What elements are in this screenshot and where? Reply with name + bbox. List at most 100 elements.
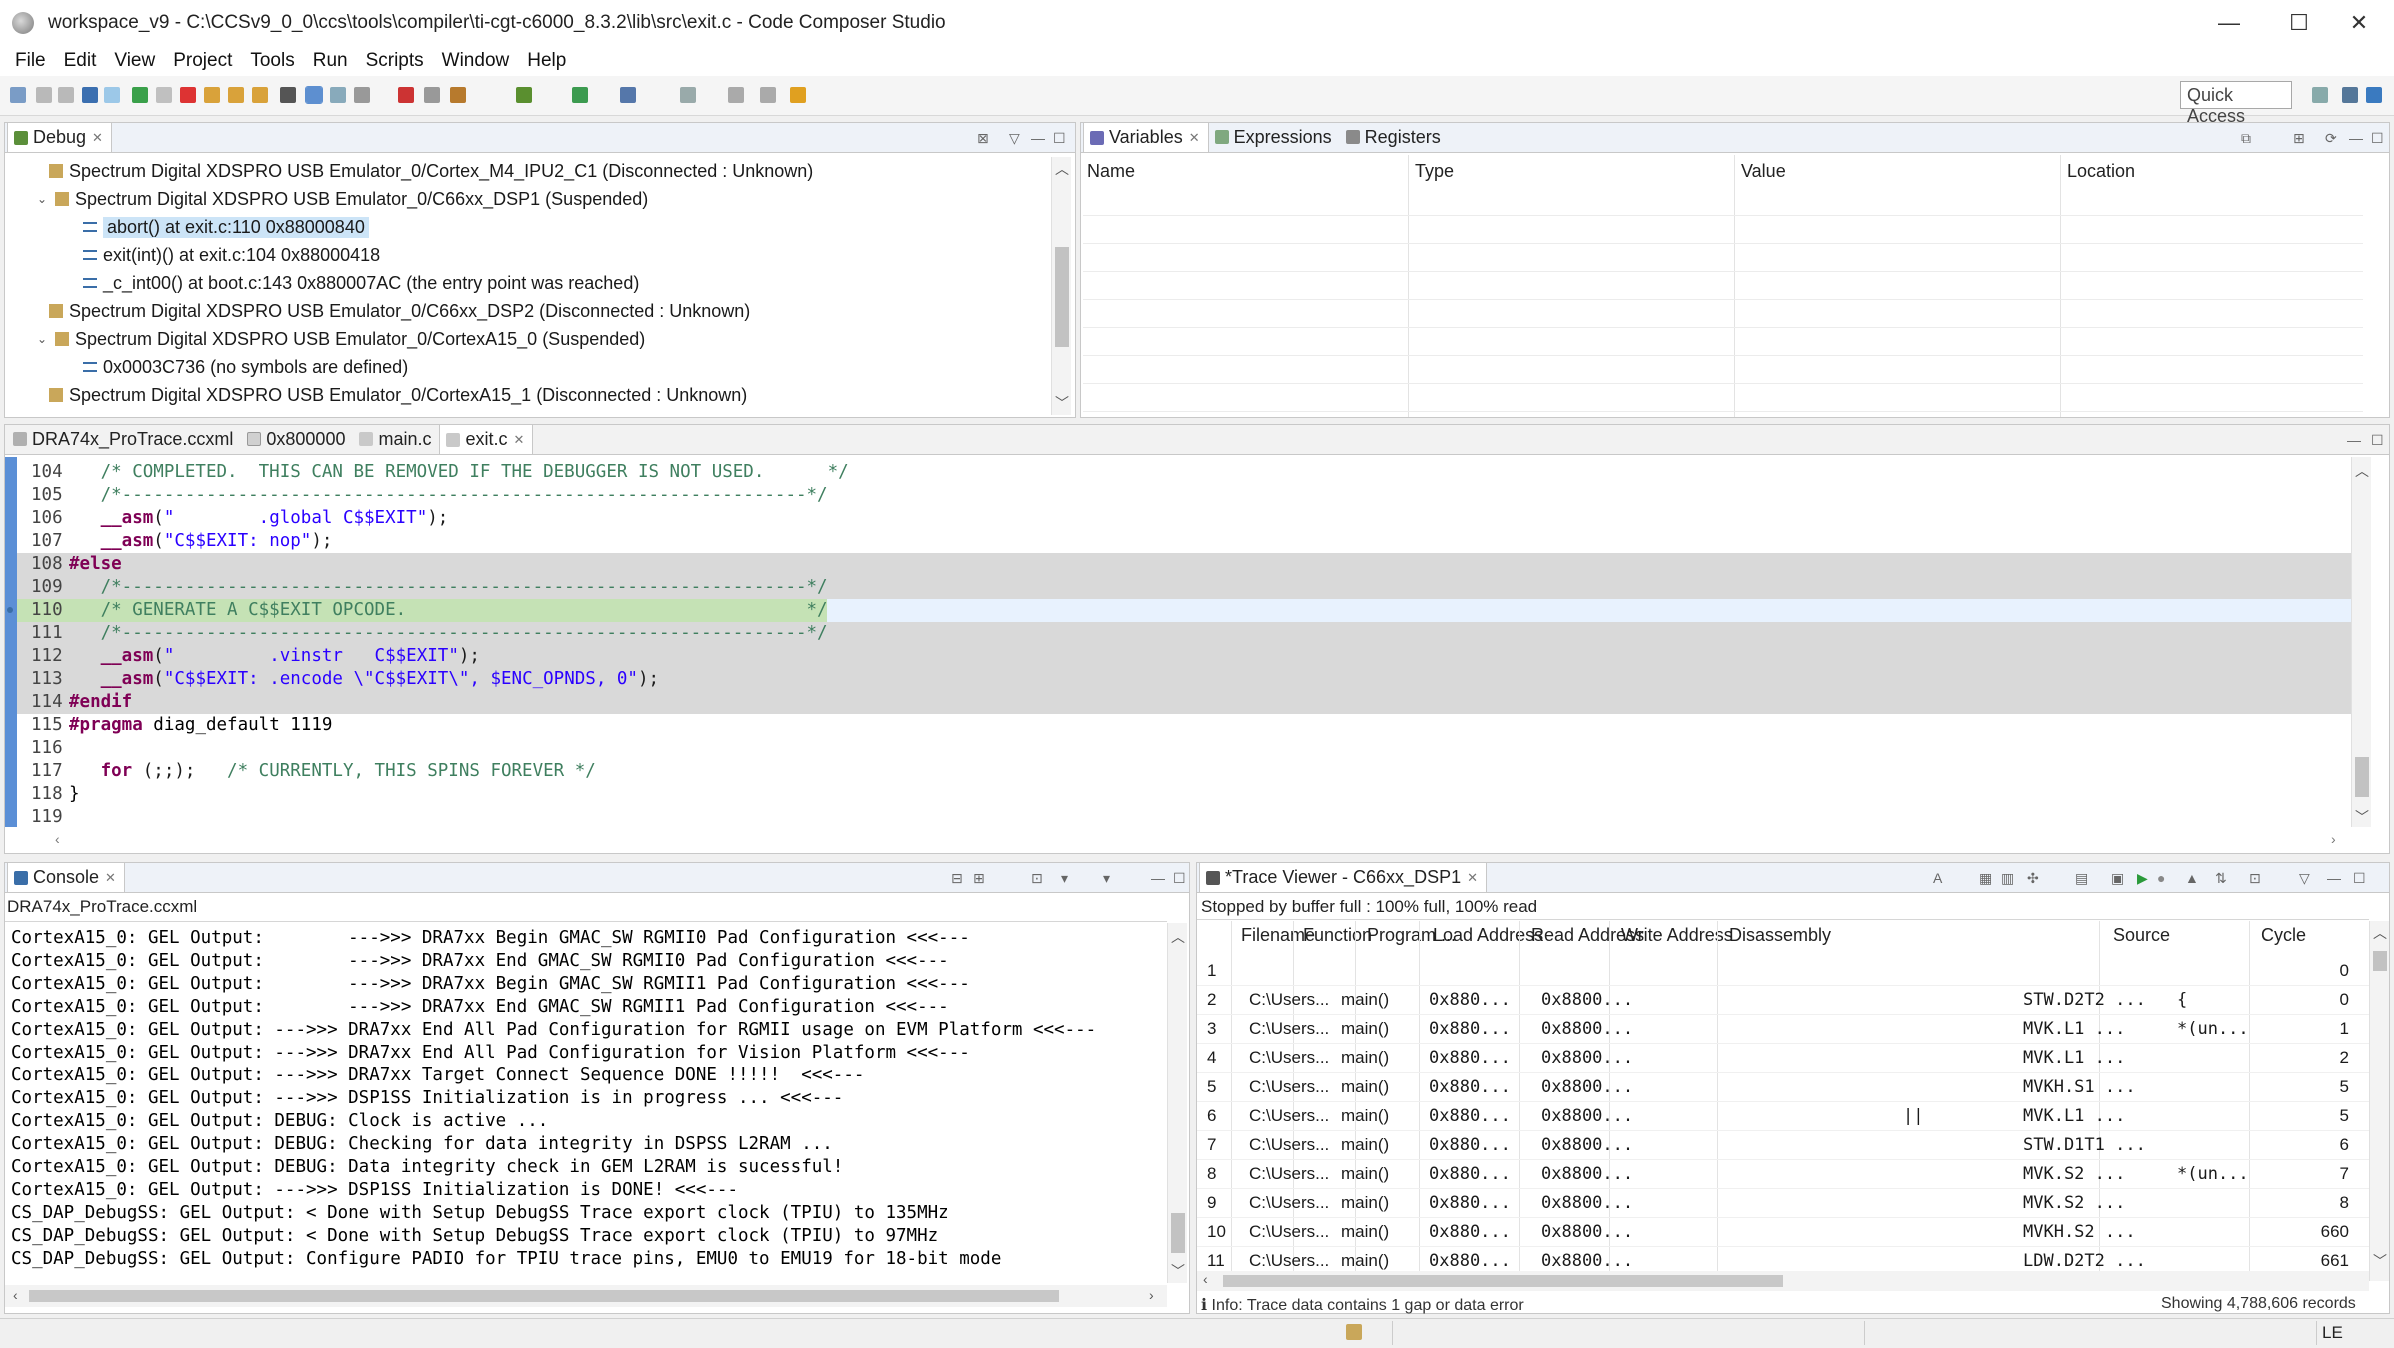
- maximize-view-icon[interactable]: ☐: [1173, 870, 1186, 887]
- code-line[interactable]: 110 /* GENERATE A C$$EXIT OPCODE. */: [17, 599, 2351, 622]
- debug-tree-item[interactable]: abort() at exit.c:110 0x88000840: [83, 213, 369, 241]
- trace-export-icon[interactable]: ⊡: [2249, 870, 2261, 887]
- suspend-icon[interactable]: [156, 87, 172, 103]
- terminate-icon[interactable]: [180, 87, 196, 103]
- column-value[interactable]: Value: [1741, 161, 1786, 182]
- trace-hscroll[interactable]: ‹: [1197, 1271, 2369, 1291]
- open-console-icon[interactable]: ▾: [1103, 870, 1110, 887]
- tab-expressions[interactable]: Expressions: [1209, 122, 1340, 152]
- close-tab-icon[interactable]: ✕: [105, 870, 116, 886]
- close-tab-icon[interactable]: ✕: [514, 432, 525, 448]
- refresh-icon[interactable]: ⟳: [2325, 130, 2337, 147]
- code-line[interactable]: 113 __asm("C$$EXIT: .encode \"C$$EXIT\",…: [17, 668, 2351, 691]
- save-trace-icon[interactable]: ▣: [2111, 870, 2124, 887]
- minimize-view-icon[interactable]: —: [2349, 130, 2363, 146]
- trace-row[interactable]: 9 C:\Users... main() 0x880... 0x8800... MVK.S…: [1197, 1189, 2369, 1218]
- debug-tree-item[interactable]: _c_int00() at boot.c:143 0x880007AC (the…: [83, 269, 639, 297]
- debug-tree-item[interactable]: Spectrum Digital XDSPRO USB Emulator_0/C…: [49, 297, 750, 325]
- code-line[interactable]: 109 /*----------------------------------…: [17, 576, 2351, 599]
- code-line[interactable]: 108 #else: [17, 553, 2351, 576]
- console-hscroll[interactable]: ‹ ›: [5, 1285, 1167, 1307]
- menu-edit[interactable]: Edit: [55, 50, 106, 72]
- minimize-view-icon[interactable]: —: [2327, 870, 2341, 886]
- nav-forward-icon[interactable]: [760, 87, 776, 103]
- trace-lock-icon[interactable]: ▲: [2185, 870, 2199, 886]
- scroll-thumb[interactable]: [1223, 1275, 1783, 1287]
- code-line[interactable]: 115 #pragma diag_default 1119: [17, 714, 2351, 737]
- code-line[interactable]: 111 /*----------------------------------…: [17, 622, 2351, 645]
- menu-help[interactable]: Help: [518, 50, 575, 72]
- column-type[interactable]: Type: [1415, 161, 1454, 182]
- debug-tree-item[interactable]: 0x0003C736 (no symbols are defined): [83, 353, 408, 381]
- minimize-view-icon[interactable]: —: [1151, 870, 1165, 886]
- expand-toggle-icon[interactable]: ⌄: [35, 332, 49, 346]
- code-line[interactable]: 118}: [17, 783, 2351, 806]
- quick-access-field[interactable]: Quick Access: [2180, 81, 2292, 126]
- view-menu-icon[interactable]: ▽: [2299, 870, 2310, 887]
- build-icon[interactable]: [450, 87, 466, 103]
- trace-row[interactable]: 5 C:\Users... main() 0x880... 0x8800... MVKH.…: [1197, 1073, 2369, 1102]
- code-line[interactable]: 107 __asm("C$$EXIT: nop");: [17, 530, 2351, 553]
- trace-filter-icon[interactable]: ✣: [2027, 870, 2039, 887]
- clear-console-icon[interactable]: ⊟: [951, 870, 963, 887]
- scroll-down-icon[interactable]: ﹀: [2370, 1251, 2390, 1271]
- trace-table-icon[interactable]: ▤: [2075, 870, 2088, 887]
- stop-trace-icon[interactable]: ●: [2157, 870, 2165, 886]
- menu-view[interactable]: View: [105, 50, 164, 72]
- close-tab-icon[interactable]: ✕: [1467, 870, 1478, 886]
- minimize-button[interactable]: —: [2194, 0, 2264, 46]
- external-tool-icon[interactable]: [572, 87, 588, 103]
- pin-console-icon[interactable]: ⊡: [1031, 870, 1043, 887]
- status-target-icon[interactable]: [1346, 1324, 1362, 1340]
- save-icon[interactable]: [36, 87, 52, 103]
- step-return-icon[interactable]: [252, 87, 268, 103]
- run-config-icon[interactable]: [516, 87, 532, 103]
- menu-tools[interactable]: Tools: [241, 50, 303, 72]
- restart-icon[interactable]: [354, 87, 370, 103]
- save-all-icon[interactable]: [58, 87, 74, 103]
- code-line[interactable]: 104 /* COMPLETED. THIS CAN BE REMOVED IF…: [17, 461, 2351, 484]
- display-console-icon[interactable]: ▾: [1061, 870, 1068, 887]
- tab-registers[interactable]: Registers: [1340, 122, 1449, 152]
- scroll-thumb[interactable]: [1055, 247, 1069, 347]
- trace-column-header[interactable]: Disassembly: [1729, 925, 1831, 946]
- code-line[interactable]: 112 __asm(" .vinstr C$$EXIT");: [17, 645, 2351, 668]
- scroll-down-icon[interactable]: ﹀: [1052, 393, 1072, 413]
- scroll-left-icon[interactable]: ‹: [1203, 1271, 1208, 1287]
- tab-main-c[interactable]: main.c: [353, 424, 439, 454]
- menu-scripts[interactable]: Scripts: [357, 50, 433, 72]
- editor-vscroll[interactable]: ︿ ﹀: [2351, 457, 2371, 827]
- tab-trace-viewer[interactable]: *Trace Viewer - C66xx_DSP1 ✕: [1199, 862, 1487, 892]
- minimize-view-icon[interactable]: —: [1031, 130, 1045, 146]
- collapse-all-icon[interactable]: ⧉: [2241, 130, 2251, 147]
- reset-icon[interactable]: [330, 87, 346, 103]
- console-vscroll[interactable]: ︿ ﹀: [1167, 923, 1187, 1283]
- tab-debug[interactable]: Debug ✕: [7, 122, 112, 152]
- trace-column-header[interactable]: Write Address: [1621, 925, 1733, 946]
- scroll-thumb[interactable]: [1171, 1213, 1185, 1253]
- remove-breakpoints-icon[interactable]: [424, 87, 440, 103]
- trace-column-header[interactable]: Function: [1303, 925, 1372, 946]
- breakpoint-icon[interactable]: [398, 87, 414, 103]
- trace-column-header[interactable]: Load Address: [1433, 925, 1543, 946]
- code-area[interactable]: 104 /* COMPLETED. THIS CAN BE REMOVED IF…: [7, 461, 2351, 833]
- code-line[interactable]: 117 for (;;); /* CURRENTLY, THIS SPINS F…: [17, 760, 2351, 783]
- maximize-editor-icon[interactable]: ☐: [2371, 432, 2384, 449]
- debug-tree-item[interactable]: Spectrum Digital XDSPRO USB Emulator_0/C…: [49, 157, 813, 185]
- tab-variables[interactable]: Variables ✕: [1083, 122, 1209, 152]
- tab-memory[interactable]: 0x800000: [241, 424, 353, 454]
- menu-window[interactable]: Window: [433, 50, 519, 72]
- search-icon[interactable]: [680, 87, 696, 103]
- code-line[interactable]: 105 /*----------------------------------…: [17, 484, 2351, 507]
- trace-sync-icon[interactable]: ⇅: [2215, 870, 2227, 887]
- tab-ccxml[interactable]: DRA74x_ProTrace.ccxml: [7, 424, 241, 454]
- close-tab-icon[interactable]: ✕: [1189, 130, 1200, 146]
- column-location[interactable]: Location: [2067, 161, 2135, 182]
- add-variable-icon[interactable]: ⊞: [2293, 130, 2305, 147]
- scroll-down-icon[interactable]: ﹀: [2352, 807, 2372, 827]
- trace-column-header[interactable]: Source: [2113, 925, 2170, 946]
- scroll-right-icon[interactable]: ›: [2331, 831, 2336, 847]
- remove-terminated-icon[interactable]: ⊠: [977, 130, 989, 147]
- trace-columns-icon[interactable]: ▥: [2001, 870, 2014, 887]
- view-menu-icon[interactable]: ▽: [1009, 130, 1020, 147]
